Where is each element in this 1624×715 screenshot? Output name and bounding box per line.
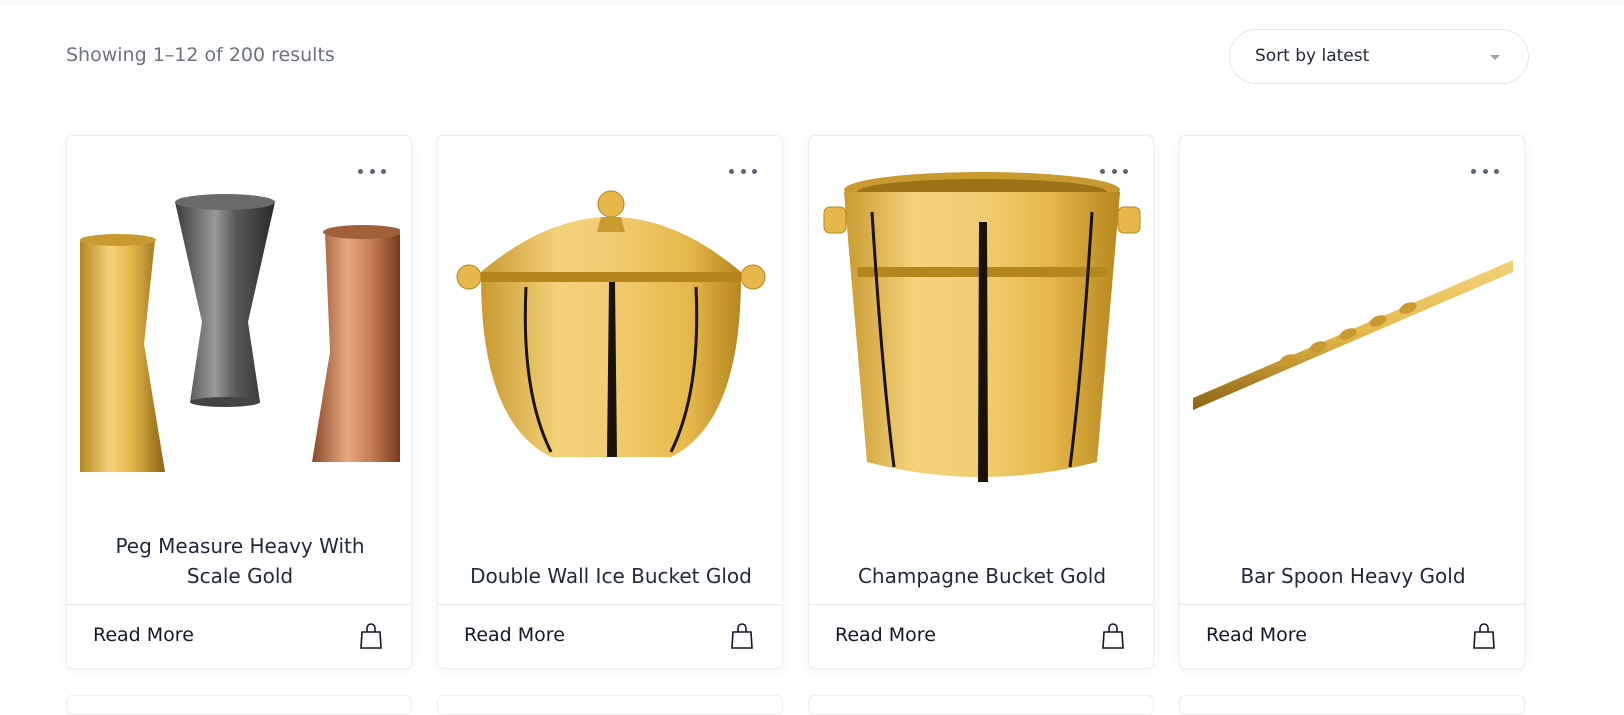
shopping-bag-icon[interactable]: [1472, 623, 1496, 649]
shopping-bag-icon[interactable]: [730, 623, 754, 649]
product-card-partial: [437, 695, 783, 715]
product-title[interactable]: Double Wall Ice Bucket Glod: [458, 521, 764, 591]
product-card: Double Wall Ice Bucket Glod Read More: [437, 135, 783, 669]
product-card-partial: [1179, 695, 1525, 715]
read-more-link[interactable]: Read More: [93, 624, 194, 646]
sort-select[interactable]: Sort by latest: [1229, 29, 1529, 84]
product-card: Bar Spoon Heavy Gold Read More: [1179, 135, 1525, 669]
chevron-down-icon: [1490, 55, 1500, 60]
jigger-set-image[interactable]: [80, 172, 400, 492]
product-card-partial: [66, 695, 412, 715]
read-more-link[interactable]: Read More: [464, 624, 565, 646]
bar-spoon-image[interactable]: [1193, 172, 1513, 492]
read-more-link[interactable]: Read More: [835, 624, 936, 646]
card-footer: Read More: [67, 604, 411, 668]
sort-selected-value: Sort by latest: [1255, 46, 1370, 66]
ice-bucket-image[interactable]: [451, 172, 771, 492]
result-count: Showing 1–12 of 200 results: [66, 44, 335, 66]
card-footer: Read More: [1180, 604, 1524, 668]
shopping-bag-icon[interactable]: [1101, 623, 1125, 649]
card-footer: Read More: [438, 604, 782, 668]
product-card: Peg Measure Heavy With Scale Gold Read M…: [66, 135, 412, 669]
product-title[interactable]: Bar Spoon Heavy Gold: [1200, 521, 1506, 591]
product-card-partial: [808, 695, 1154, 715]
product-title[interactable]: Peg Measure Heavy With Scale Gold: [87, 521, 393, 591]
product-title[interactable]: Champagne Bucket Gold: [829, 521, 1135, 591]
read-more-link[interactable]: Read More: [1206, 624, 1307, 646]
shop-toolbar: Showing 1–12 of 200 results Sort by late…: [0, 0, 1624, 110]
card-footer: Read More: [809, 604, 1153, 668]
product-card: Champagne Bucket Gold Read More: [808, 135, 1154, 669]
champagne-bucket-image[interactable]: [822, 172, 1142, 492]
shopping-bag-icon[interactable]: [359, 623, 383, 649]
